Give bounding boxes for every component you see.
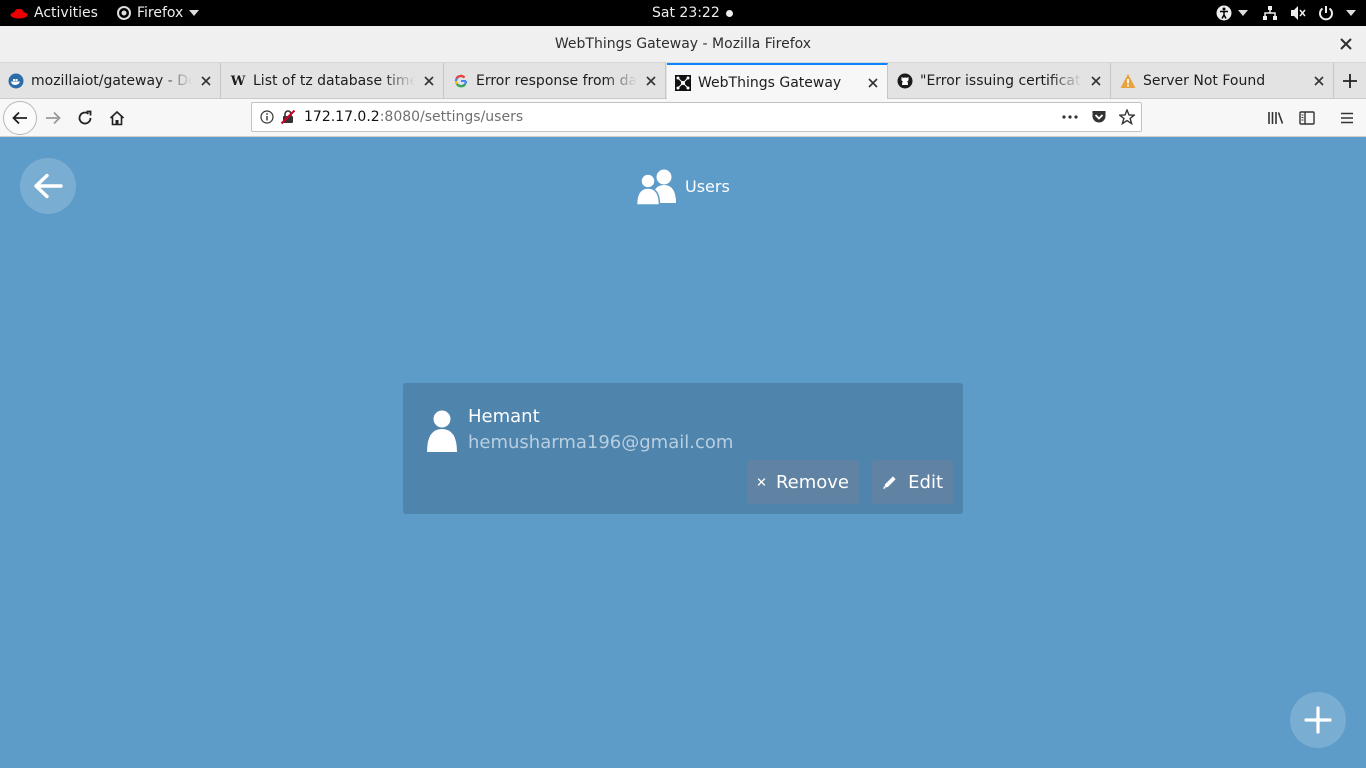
user-card: Hemant hemusharma196@gmail.com Remove Ed… [403,383,963,514]
add-user-button[interactable] [1290,692,1346,748]
clock-label: Sat 23:22 [652,5,720,21]
pocket-icon[interactable] [1091,109,1107,125]
docker-icon [8,73,24,89]
user-email: hemusharma196@gmail.com [468,432,734,453]
plus-icon [1343,74,1357,88]
webthings-icon [675,74,691,91]
app-menu-label: Firefox [137,5,184,21]
page-title: Users [685,176,730,196]
volume-muted-icon [1291,6,1306,20]
chevron-down-icon [189,10,200,16]
back-button[interactable] [3,101,37,135]
page-actions-icon[interactable] [1061,109,1079,125]
tab-close-icon[interactable] [198,73,214,89]
tab-label: Error response from daem [476,73,637,89]
library-icon [1268,112,1284,124]
url-path: :8080/settings/users [379,109,524,125]
tab-google[interactable]: Error response from daem [445,63,666,99]
app-menu-button[interactable]: Firefox [117,0,200,26]
window-title: WebThings Gateway - Mozilla Firefox [554,36,812,52]
identity-box[interactable] [252,109,304,125]
sidebar-icon [1299,111,1315,125]
tab-label: mozillaiot/gateway - Dock [31,73,192,89]
tab-close-icon[interactable] [643,73,659,89]
page-back-button[interactable] [20,158,76,214]
tab-webthings-gateway[interactable]: WebThings Gateway [667,63,888,100]
new-tab-button[interactable] [1334,63,1366,99]
clock-button[interactable]: Sat 23:22 [652,0,733,26]
user-avatar-icon [427,410,457,452]
redhat-logo-icon [10,8,28,19]
tab-close-icon[interactable] [421,73,437,89]
system-tray [1216,0,1356,26]
pencil-icon [883,476,896,489]
library-button[interactable] [1261,103,1291,133]
github-icon [897,73,913,89]
users-icon [636,169,676,205]
home-icon [109,110,125,126]
activities-label: Activities [34,5,98,21]
url-text[interactable]: 172.17.0.2:8080/settings/users [304,109,1061,125]
insecure-lock-icon [280,109,296,125]
main-menu-button[interactable] [1332,103,1362,133]
reload-button[interactable] [70,103,100,133]
tab-label: List of tz database time zo [253,73,415,89]
reload-icon [78,110,92,125]
tab-wikipedia[interactable]: W List of tz database time zo [222,63,444,99]
activities-button[interactable]: Activities [10,0,98,26]
info-icon [260,110,274,124]
google-icon [453,73,469,89]
system-top-bar: Activities Firefox Sat 23:22 [0,0,1366,26]
user-name: Hemant [468,406,540,427]
plus-icon [1304,706,1332,734]
power-icon [1319,6,1333,21]
chevron-down-icon [1346,10,1356,16]
window-close-icon[interactable] [1338,36,1354,52]
status-menu[interactable] [1262,5,1356,21]
window-title-bar: WebThings Gateway - Mozilla Firefox [0,26,1366,63]
tab-close-icon[interactable] [865,75,881,91]
forward-button[interactable] [38,103,68,133]
tab-strip: mozillaiot/gateway - Dock W List of tz d… [0,63,1366,100]
tab-github[interactable]: "Error issuing certificate" [889,63,1111,99]
arrow-left-icon [12,111,27,125]
page-header: Users [636,166,730,206]
accessibility-menu[interactable] [1216,5,1248,21]
accessibility-icon [1216,5,1232,21]
close-icon [757,478,766,486]
tab-label: "Error issuing certificate" [920,73,1082,89]
firefox-icon [117,6,131,20]
tab-close-icon[interactable] [1088,73,1104,89]
url-host: 172.17.0.2 [304,109,380,125]
notification-dot-icon [725,9,733,17]
tab-server-not-found[interactable]: Server Not Found [1112,63,1334,99]
arrow-right-icon [46,111,61,125]
sidebar-toggle-button[interactable] [1292,103,1322,133]
arrow-left-icon [34,173,63,199]
tab-label: WebThings Gateway [698,74,842,91]
chevron-down-icon [1238,10,1248,16]
tab-label: Server Not Found [1143,73,1266,89]
edit-label: Edit [908,471,943,493]
warning-icon [1120,73,1136,89]
tab-close-icon[interactable] [1311,73,1327,89]
edit-user-button[interactable]: Edit [872,460,953,504]
wikipedia-icon: W [230,73,246,89]
bookmark-star-icon[interactable] [1119,109,1135,125]
network-wired-icon [1263,6,1277,20]
home-button[interactable] [102,103,132,133]
tab-docker[interactable]: mozillaiot/gateway - Dock [0,63,221,99]
url-bar[interactable]: 172.17.0.2:8080/settings/users [251,102,1142,132]
navigation-toolbar: 172.17.0.2:8080/settings/users [0,99,1366,137]
hamburger-menu-icon [1341,112,1353,124]
remove-label: Remove [775,471,849,493]
remove-user-button[interactable]: Remove [747,460,859,504]
